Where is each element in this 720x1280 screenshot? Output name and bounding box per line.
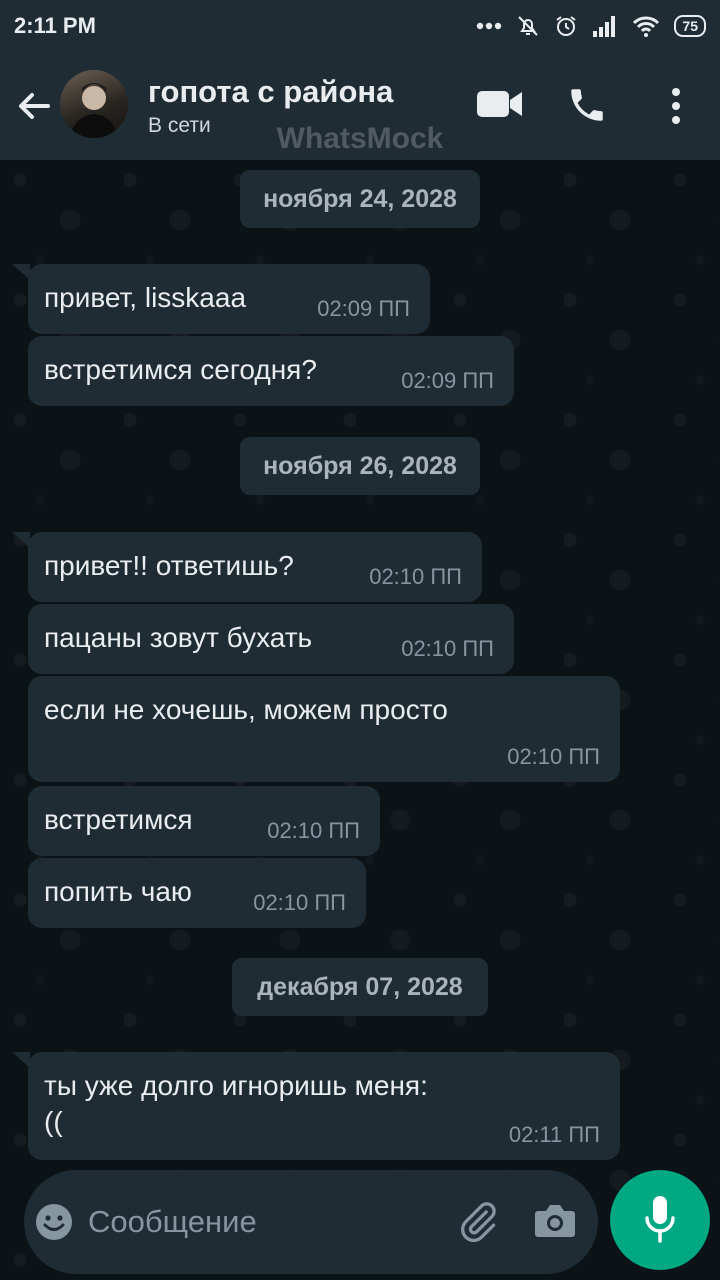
input-placeholder: Сообщение [88,1204,257,1239]
bubble-tail [12,532,30,548]
watermark: WhatsMock [276,122,444,155]
contact-name[interactable]: гопота с района [148,74,393,110]
message-time: 02:09 ПП [401,368,494,393]
message-bubble[interactable]: попить чаю 02:10 ПП [28,858,366,928]
message-text: если не хочешь, можем просто [44,694,448,725]
message-bubble[interactable]: привет, lisskaaa 02:09 ПП [28,264,430,334]
emoji-icon[interactable] [34,1202,74,1242]
date-separator: ноября 26, 2028 [240,437,480,495]
microphone-button[interactable] [610,1170,710,1270]
message-bubble[interactable]: привет!! ответишь? 02:10 ПП [28,532,482,602]
mute-bell-icon [518,16,539,36]
wifi-icon [633,16,660,37]
message-text: попить чаю [44,876,192,907]
video-call-icon[interactable] [476,88,524,120]
bubble-tail [12,264,30,280]
message-bubble[interactable]: если не хочешь, можем просто 02:10 ПП [28,676,620,782]
alarm-icon [556,16,577,36]
back-arrow-icon[interactable] [14,86,54,126]
message-bubble[interactable]: ты уже долго игноришь меня: (( 02:11 ПП [28,1052,620,1160]
date-separator: декабря 07, 2028 [232,958,488,1016]
message-time: 02:10 ПП [253,890,346,915]
camera-icon[interactable] [534,1202,576,1240]
chat-header: гопота с района В сети WhatsMock [0,52,720,160]
bubble-tail [12,1052,30,1068]
more-options-icon[interactable] [664,86,688,126]
date-separator: ноября 24, 2028 [240,170,480,228]
battery-indicator: 75 [674,15,706,37]
signal-icon [593,16,616,37]
microphone-icon [645,1196,675,1243]
message-time: 02:10 ПП [401,636,494,661]
message-input[interactable]: Сообщение [24,1170,598,1274]
message-time: 02:11 ПП [508,1122,600,1147]
message-text: встретимся [44,804,193,835]
message-text: встретимся сегодня? [44,354,317,385]
status-icons: 75 [476,14,706,38]
status-time: 2:11 PM [14,13,96,38]
message-text-continued: (( [44,1106,63,1137]
status-bar: 2:11 PM 75 [0,0,720,52]
message-bubble[interactable]: пацаны зовут бухать 02:10 ПП [28,604,514,674]
message-time: 02:10 ПП [507,744,600,769]
message-bubble[interactable]: встретимся сегодня? 02:09 ПП [28,336,514,406]
message-text: ты уже долго игноришь меня: [44,1070,428,1101]
voice-call-icon[interactable] [566,84,608,126]
message-text: привет, lisskaaa [44,282,247,313]
attach-paperclip-icon[interactable] [456,1200,500,1244]
message-time: 02:09 ПП [317,296,410,321]
message-time: 02:10 ПП [369,564,462,589]
message-text: пацаны зовут бухать [44,622,313,653]
more-notifications-icon [477,22,502,30]
message-time: 02:10 ПП [267,818,360,843]
message-bubble[interactable]: встретимся 02:10 ПП [28,786,380,856]
message-text: привет!! ответишь? [44,550,294,581]
